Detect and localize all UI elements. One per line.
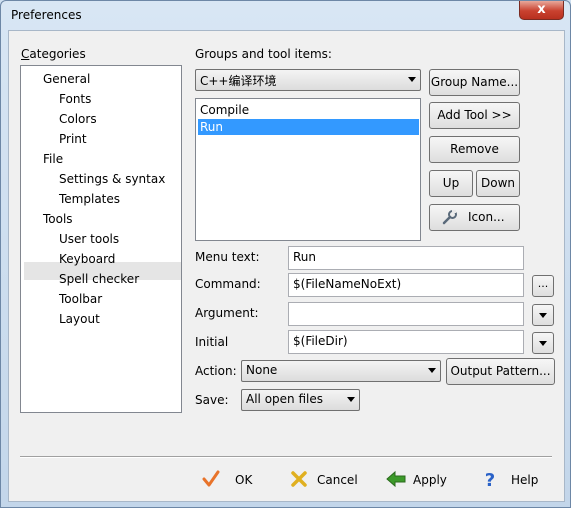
cancel-label: Cancel (317, 473, 358, 487)
group-select[interactable]: C++编译环境 (195, 69, 421, 91)
initial-value: $(FileDir) (293, 334, 348, 348)
action-select-value: None (246, 363, 278, 377)
categories-label-text: ategories (29, 47, 86, 61)
category-fonts[interactable]: Fonts (59, 92, 91, 106)
cancel-button[interactable]: Cancel (289, 467, 358, 493)
command-browse-button[interactable]: ... (532, 275, 554, 297)
preferences-window: Preferences x Categories General Fonts C… (0, 0, 571, 508)
category-templates[interactable]: Templates (59, 192, 120, 206)
action-label: Action: (195, 364, 237, 378)
cancel-x-icon (289, 469, 309, 492)
checkmark-icon (201, 469, 221, 492)
command-value: $(FileNameNoExt) (293, 277, 402, 291)
chevron-down-icon (408, 77, 416, 82)
action-select[interactable]: None (241, 360, 441, 382)
category-tools[interactable]: Tools (43, 212, 73, 226)
save-label: Save: (195, 393, 229, 407)
category-colors[interactable]: Colors (59, 112, 97, 126)
save-select[interactable]: All open files (241, 389, 360, 411)
group-select-value: C++编译环境 (200, 74, 277, 88)
question-mark-icon: ? (484, 469, 496, 491)
tool-items-list[interactable]: Compile Run (195, 98, 421, 241)
ok-button[interactable]: OK (201, 467, 252, 493)
chevron-down-icon (539, 313, 547, 318)
browse-button-label: ... (537, 277, 549, 290)
down-button[interactable]: Down (476, 170, 520, 197)
close-icon: x (537, 2, 546, 17)
category-settings-syntax[interactable]: Settings & syntax (59, 172, 165, 186)
apply-label: Apply (413, 473, 447, 487)
command-label: Command: (195, 277, 261, 291)
category-spell-checker[interactable]: Spell checker (59, 272, 139, 286)
help-label: Help (511, 473, 539, 487)
window-title: Preferences (11, 8, 82, 22)
tool-item-run[interactable]: Run (198, 119, 419, 135)
arrow-left-icon (385, 469, 407, 492)
footer-divider (20, 456, 552, 458)
initial-dropdown-button[interactable] (532, 332, 554, 354)
close-button[interactable]: x (519, 1, 564, 20)
command-input[interactable]: $(FileNameNoExt) (288, 273, 524, 297)
menu-text-input[interactable]: Run (288, 246, 524, 270)
save-select-value: All open files (246, 392, 323, 406)
argument-input[interactable] (288, 302, 524, 326)
ok-label: OK (235, 473, 253, 487)
apply-button[interactable]: Apply (385, 467, 447, 493)
category-user-tools[interactable]: User tools (59, 232, 119, 246)
chevron-down-icon (539, 341, 547, 346)
up-button[interactable]: Up (429, 170, 473, 197)
category-general[interactable]: General (43, 72, 90, 86)
category-keyboard[interactable]: Keyboard (59, 252, 115, 266)
icon-button[interactable]: Icon... (429, 204, 520, 231)
menu-text-label: Menu text: (195, 250, 260, 264)
menu-text-value: Run (293, 250, 317, 264)
category-file[interactable]: File (43, 152, 63, 166)
categories-tree[interactable]: General Fonts Colors Print File Settings… (20, 65, 182, 413)
icon-button-label: Icon... (468, 210, 505, 224)
remove-button[interactable]: Remove (429, 136, 520, 163)
argument-dropdown-button[interactable] (532, 304, 554, 326)
chevron-down-icon (347, 397, 355, 402)
wrench-icon (442, 209, 458, 225)
chevron-down-icon (428, 368, 436, 373)
title-bar[interactable]: Preferences x (1, 1, 570, 31)
group-name-button[interactable]: Group Name... (429, 69, 520, 96)
category-layout[interactable]: Layout (59, 312, 100, 326)
add-tool-button[interactable]: Add Tool >> (429, 102, 520, 129)
argument-label: Argument: (195, 306, 259, 320)
groups-label: Groups and tool items: (195, 47, 332, 61)
output-pattern-button[interactable]: Output Pattern... (446, 358, 555, 385)
categories-label: Categories (21, 47, 86, 61)
initial-label: Initial (195, 335, 229, 349)
initial-input[interactable]: $(FileDir) (288, 330, 524, 354)
tool-item-compile[interactable]: Compile (198, 102, 419, 118)
category-toolbar[interactable]: Toolbar (59, 292, 102, 306)
help-button[interactable]: ? Help (481, 467, 539, 493)
category-print[interactable]: Print (59, 132, 87, 146)
